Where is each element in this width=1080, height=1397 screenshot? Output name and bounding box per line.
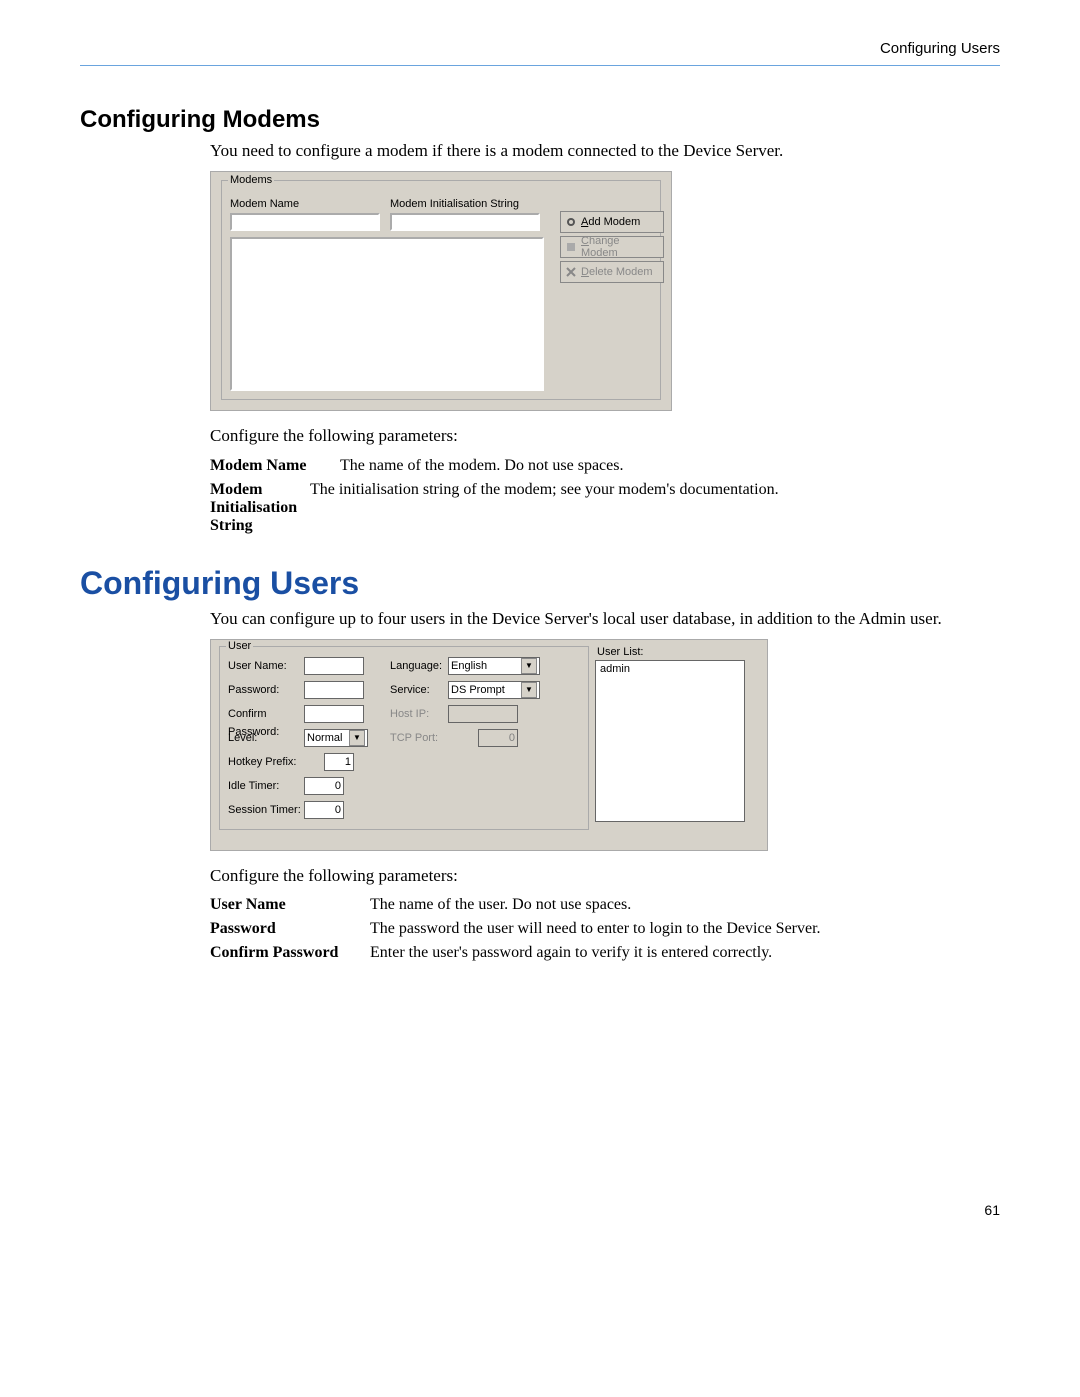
param-confirm-password: Confirm Password Enter the user's passwo… (210, 944, 1000, 962)
hotkey-input[interactable] (324, 753, 354, 771)
modems-panel: Modems Modem Name Modem Initialisation S… (210, 171, 672, 411)
delete-icon (565, 266, 577, 278)
confirm-password-input[interactable] (304, 705, 364, 723)
lbl-username: User Name: (228, 657, 304, 675)
lbl-language: Language: (390, 657, 448, 675)
heading-configuring-modems: Configuring Modems (80, 106, 1000, 134)
lbl-confirm: Confirm Password: (228, 705, 304, 723)
modem-name-input[interactable] (230, 213, 380, 231)
param-modem-name: Modem Name The name of the modem. Do not… (210, 457, 1000, 475)
dropdown-arrow-icon: ▼ (349, 730, 365, 746)
user-fieldset: User User Name: Password: Confirm Passwo… (219, 646, 589, 830)
session-timer-input[interactable] (304, 801, 344, 819)
param-modem-init-desc: The initialisation string of the modem; … (310, 481, 1000, 535)
param-user-name-label: User Name (210, 896, 370, 914)
heading-configuring-users: Configuring Users (80, 565, 1000, 602)
param-password-desc: The password the user will need to enter… (370, 920, 1000, 938)
lbl-idle: Idle Timer: (228, 777, 304, 795)
param-modem-name-desc: The name of the modem. Do not use spaces… (340, 457, 1000, 475)
language-value: English (451, 660, 487, 672)
delete-modem-button[interactable]: Delete Modem (560, 261, 664, 283)
param-confirm-password-label: Confirm Password (210, 944, 370, 962)
param-modem-init: Modem Initialisation String The initiali… (210, 481, 1000, 535)
idle-timer-input[interactable] (304, 777, 344, 795)
lbl-session: Session Timer: (228, 801, 304, 819)
modem-name-header: Modem Name (230, 195, 380, 213)
delete-modem-label: Delete Modem (581, 266, 659, 278)
tcpport-input (478, 729, 518, 747)
param-user-name: User Name The name of the user. Do not u… (210, 896, 1000, 914)
param-confirm-password-desc: Enter the user's password again to verif… (370, 944, 1000, 962)
modems-params-intro: Configure the following parameters: (210, 425, 1000, 446)
add-modem-label: Add Modem (581, 216, 659, 228)
page-number: 61 (80, 1202, 1000, 1218)
lbl-service: Service: (390, 681, 448, 699)
modems-intro: You need to configure a modem if there i… (210, 140, 1000, 161)
modem-list[interactable] (230, 237, 544, 391)
param-password-label: Password (210, 920, 370, 938)
users-intro: You can configure up to four users in th… (210, 608, 1000, 629)
user-list-label: User List: (597, 646, 745, 658)
lbl-tcpport: TCP Port: (390, 729, 448, 747)
user-list-panel: User List: admin (595, 646, 745, 822)
user-list-item-admin[interactable]: admin (600, 663, 740, 675)
header-divider (80, 65, 1000, 66)
lbl-password: Password: (228, 681, 304, 699)
change-modem-label: Change Modem (581, 235, 659, 259)
dropdown-arrow-icon: ▼ (521, 682, 537, 698)
modems-fieldset: Modems Modem Name Modem Initialisation S… (221, 180, 661, 400)
param-modem-init-label: Modem Initialisation String (210, 481, 310, 535)
edit-icon (565, 241, 577, 253)
level-select[interactable]: Normal ▼ (304, 729, 368, 747)
users-params-intro: Configure the following parameters: (210, 865, 1000, 886)
modems-legend: Modems (228, 174, 274, 186)
service-select[interactable]: DS Prompt ▼ (448, 681, 540, 699)
change-modem-button[interactable]: Change Modem (560, 236, 664, 258)
add-modem-button[interactable]: Add Modem (560, 211, 664, 233)
language-select[interactable]: English ▼ (448, 657, 540, 675)
level-value: Normal (307, 732, 342, 744)
dropdown-arrow-icon: ▼ (521, 658, 537, 674)
modem-icon (565, 216, 577, 228)
lbl-level: Level: (228, 729, 304, 747)
page-header-right: Configuring Users (80, 40, 1000, 57)
modem-init-input[interactable] (390, 213, 540, 231)
modem-init-header: Modem Initialisation String (390, 195, 540, 213)
lbl-hotkey: Hotkey Prefix: (228, 753, 304, 771)
username-input[interactable] (304, 657, 364, 675)
password-input[interactable] (304, 681, 364, 699)
user-legend: User (226, 640, 253, 652)
user-list[interactable]: admin (595, 660, 745, 822)
hostip-input (448, 705, 518, 723)
param-password: Password The password the user will need… (210, 920, 1000, 938)
service-value: DS Prompt (451, 684, 505, 696)
param-user-name-desc: The name of the user. Do not use spaces. (370, 896, 1000, 914)
lbl-hostip: Host IP: (390, 705, 448, 723)
param-modem-name-label: Modem Name (210, 457, 340, 475)
users-panel: User User Name: Password: Confirm Passwo… (210, 639, 768, 851)
